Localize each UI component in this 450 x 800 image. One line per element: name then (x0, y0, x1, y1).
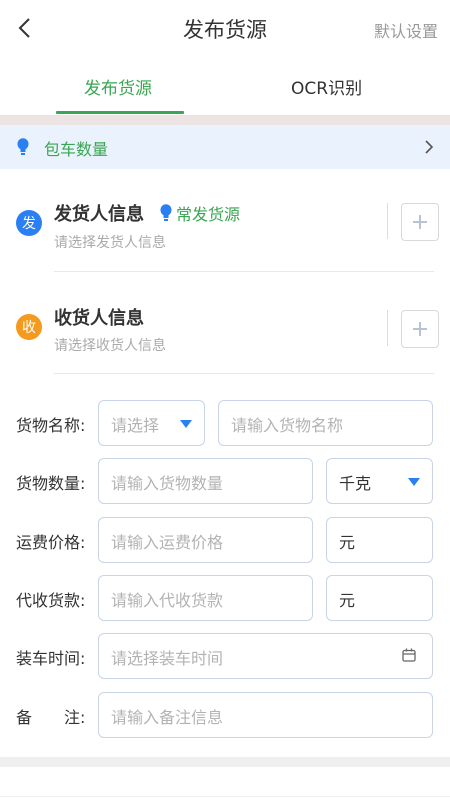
vertical-divider (387, 310, 388, 346)
weight-unit-value: 千克 (339, 474, 372, 493)
tab-bar: 发布货源 OCR识别 (0, 60, 450, 115)
bottom-separator (0, 757, 450, 767)
chevron-right-icon (425, 140, 434, 154)
frequent-goods-link[interactable]: 常发货源 (160, 201, 240, 225)
active-tab-indicator (56, 111, 184, 114)
frequent-goods-label: 常发货源 (176, 205, 241, 224)
lightbulb-icon (160, 204, 172, 221)
remarks-input[interactable]: 请输入备注信息 (98, 692, 433, 738)
freight-price-row: 运费价格: 请输入运费价格 元 (0, 517, 450, 563)
sender-info-section[interactable]: 发 发货人信息 常发货源 请选择发货人信息 (0, 170, 450, 270)
cod-amount-unit: 元 (326, 575, 433, 621)
caret-down-icon (408, 478, 420, 486)
freight-price-unit: 元 (326, 517, 433, 563)
charter-quantity-row[interactable]: 包车数量 (0, 125, 450, 169)
goods-quantity-row: 货物数量: 请输入货物数量 千克 (0, 458, 450, 504)
freight-price-label: 运费价格: (16, 533, 86, 552)
loading-time-picker[interactable]: 请选择装车时间 (98, 633, 433, 679)
goods-name-label: 货物名称: (16, 416, 86, 435)
plus-icon (413, 322, 427, 336)
goods-quantity-input[interactable]: 请输入货物数量 (98, 458, 313, 504)
default-settings-link[interactable]: 默认设置 (374, 18, 438, 42)
goods-name-row: 货物名称: 请选择 请输入货物名称 (0, 400, 450, 446)
goods-quantity-label: 货物数量: (16, 474, 86, 493)
bottom-divider (0, 796, 450, 797)
receiver-badge: 收 (16, 314, 42, 340)
remarks-label: 备 注: (16, 708, 86, 727)
tab-publish-goods[interactable]: 发布货源 (84, 74, 152, 99)
cod-amount-input[interactable]: 请输入代收货款 (98, 575, 313, 621)
loading-time-placeholder: 请选择装车时间 (111, 649, 224, 668)
receiver-title: 收货人信息 (54, 308, 144, 329)
lightbulb-icon (17, 138, 29, 155)
loading-time-label: 装车时间: (16, 649, 86, 668)
cod-amount-row: 代收货款: 请输入代收货款 元 (0, 575, 450, 621)
sender-badge: 发 (16, 210, 42, 236)
vertical-divider (387, 203, 388, 239)
remarks-row: 备 注: 请输入备注信息 (0, 692, 450, 738)
freight-price-input[interactable]: 请输入运费价格 (98, 517, 313, 563)
app-header: 发布货源 默认设置 (0, 0, 450, 60)
plus-icon (413, 215, 427, 229)
tab-ocr[interactable]: OCR识别 (291, 74, 362, 99)
goods-type-select[interactable]: 请选择 (98, 400, 205, 446)
caret-down-icon (180, 420, 192, 428)
cod-amount-label: 代收货款: (16, 591, 86, 610)
weight-unit-select[interactable]: 千克 (326, 458, 433, 504)
section-separator (0, 115, 450, 125)
receiver-placeholder: 请选择收货人信息 (54, 338, 166, 354)
add-sender-button[interactable] (401, 203, 439, 241)
sender-placeholder: 请选择发货人信息 (54, 235, 166, 251)
receiver-info-section[interactable]: 收 收货人信息 请选择收货人信息 (0, 272, 450, 372)
goods-name-input[interactable]: 请输入货物名称 (218, 400, 433, 446)
calendar-icon (402, 648, 416, 662)
party-divider (54, 373, 434, 374)
loading-time-row: 装车时间: 请选择装车时间 (0, 633, 450, 679)
sender-title: 发货人信息 (54, 204, 144, 225)
charter-quantity-label: 包车数量 (44, 140, 109, 159)
goods-type-select-placeholder: 请选择 (111, 416, 160, 435)
add-receiver-button[interactable] (401, 310, 439, 348)
